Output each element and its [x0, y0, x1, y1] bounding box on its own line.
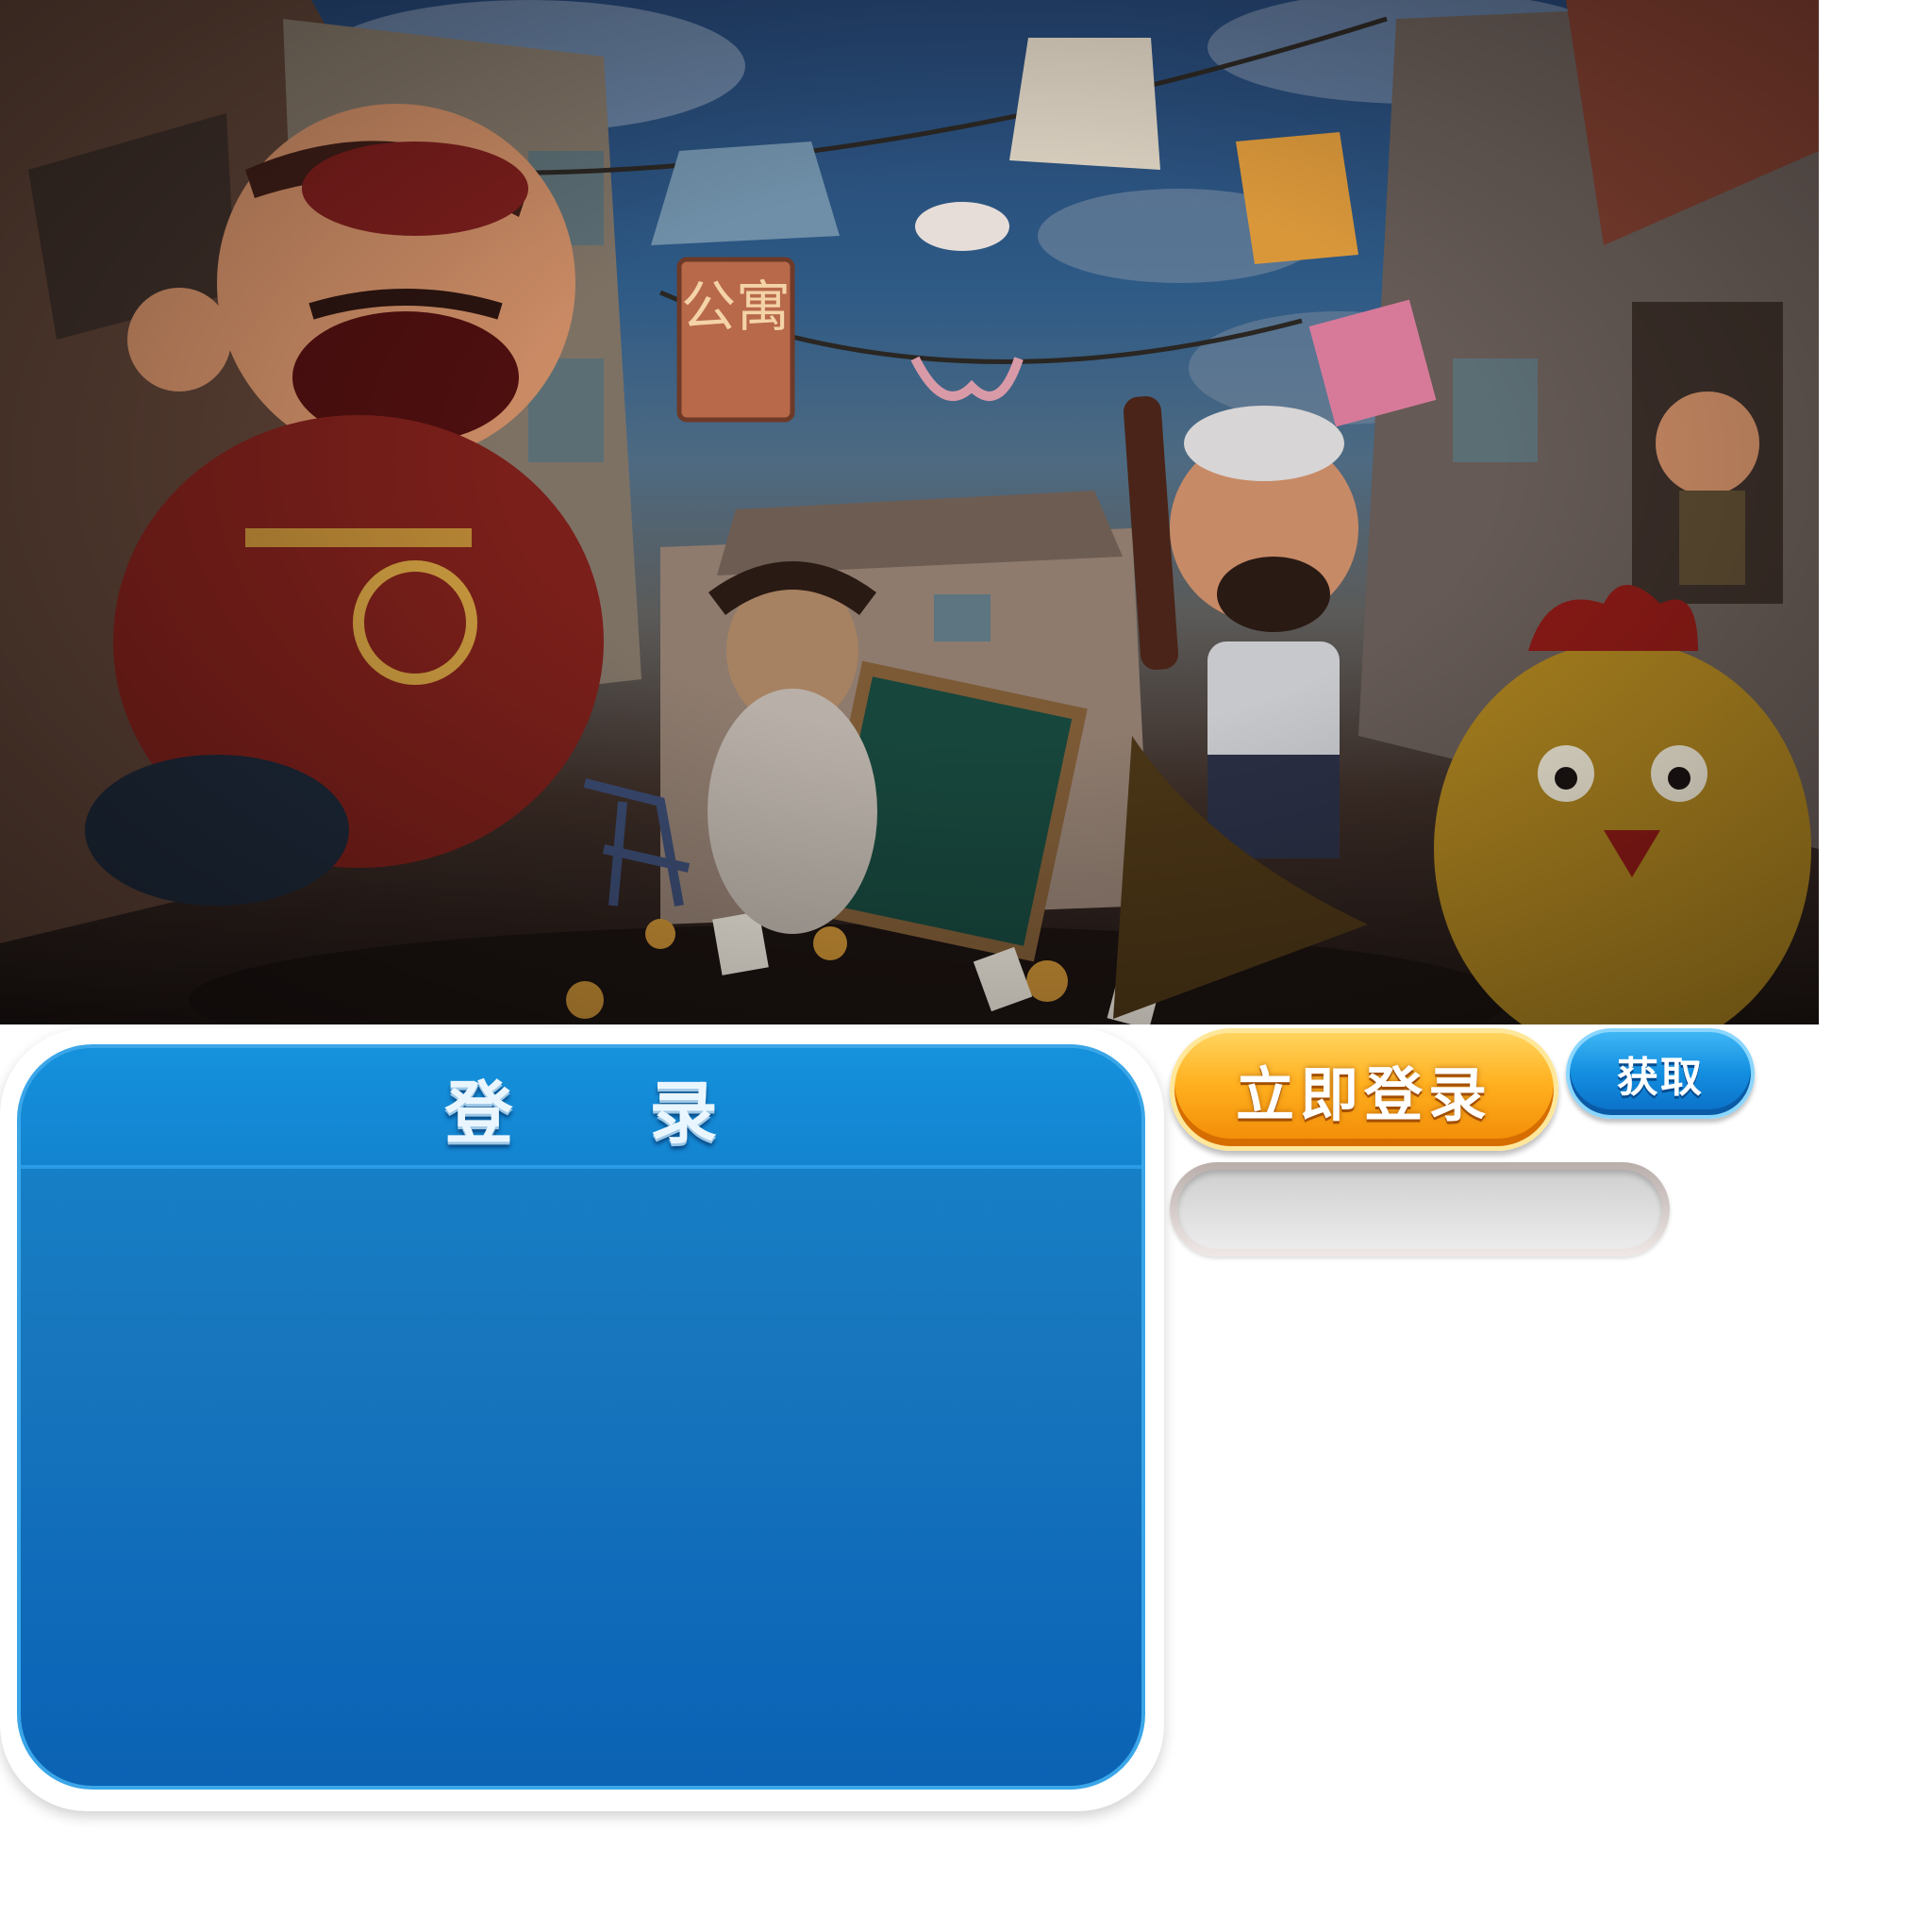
- login-panel: 登 录: [17, 1044, 1145, 1790]
- scene-vignette: [0, 0, 1819, 1024]
- login-panel-header: 登 录: [21, 1048, 1141, 1169]
- game-login-screen: 公寓: [0, 0, 1932, 1932]
- text-input[interactable]: [1177, 1170, 1662, 1249]
- login-panel-title: 登 录: [444, 1073, 774, 1153]
- login-now-button[interactable]: 立即登录: [1170, 1028, 1558, 1151]
- background-illustration: 公寓: [0, 0, 1819, 1024]
- get-code-button[interactable]: 获取: [1566, 1028, 1755, 1119]
- text-input-frame: [1170, 1162, 1670, 1257]
